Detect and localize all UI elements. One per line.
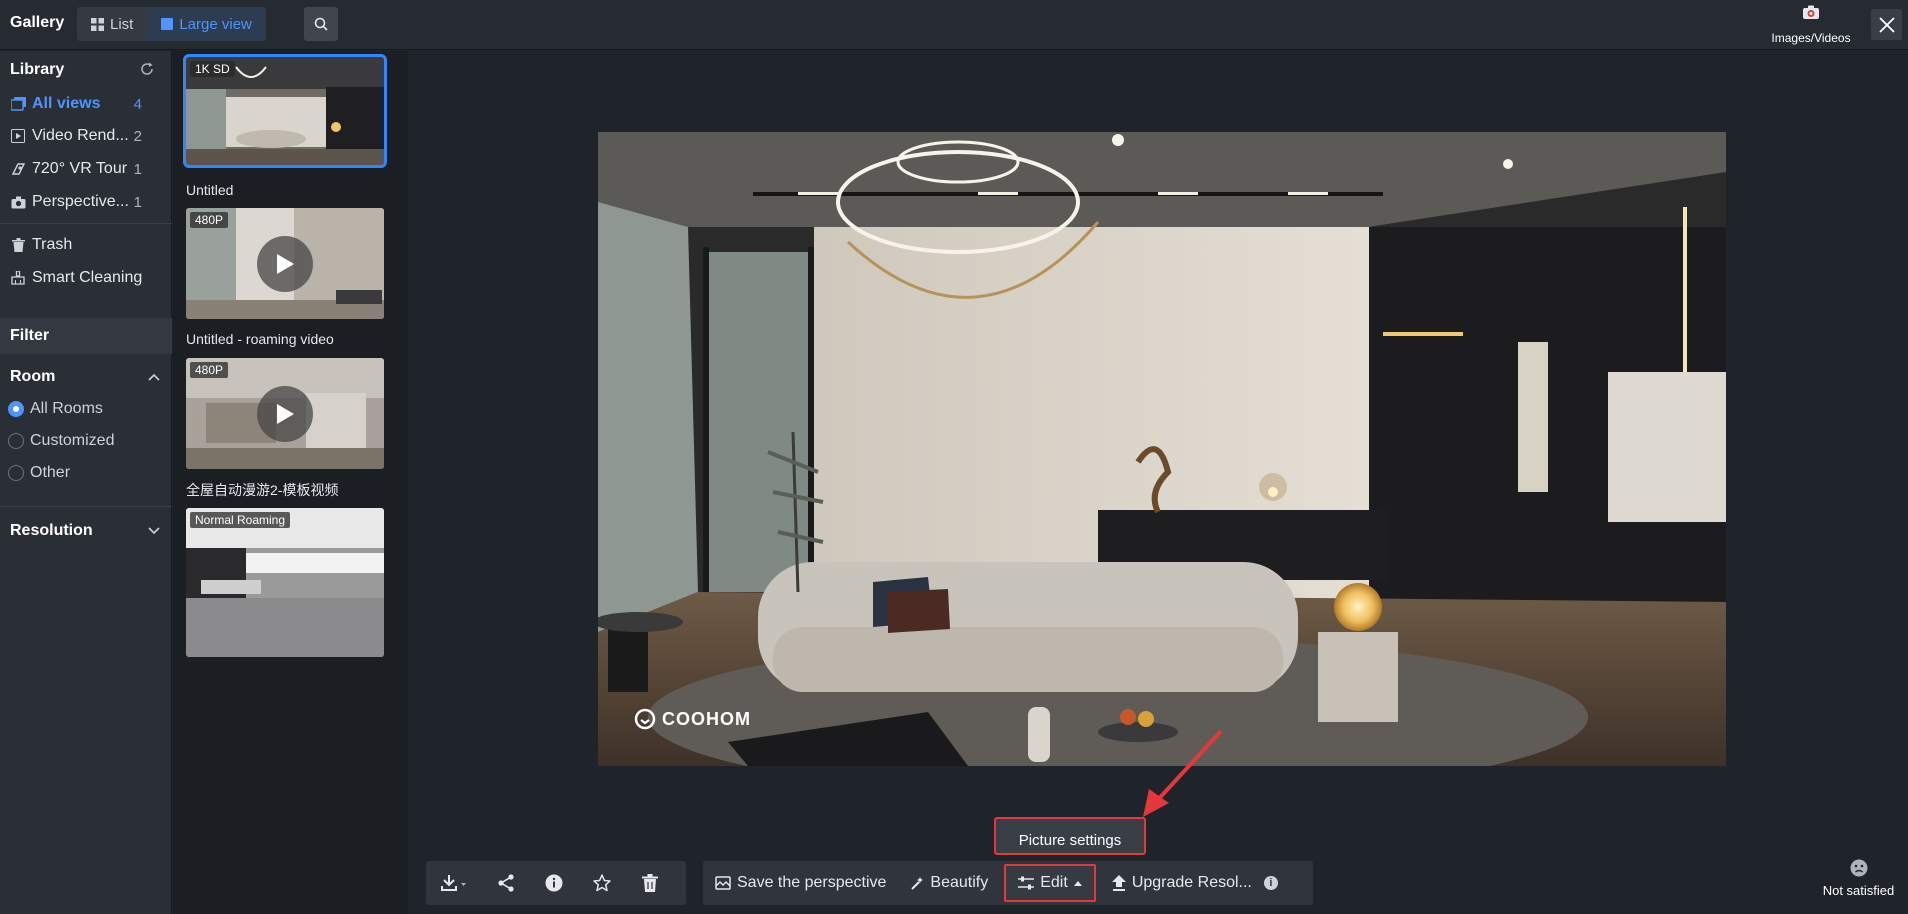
broom-icon: [10, 270, 26, 286]
play-icon[interactable]: [257, 235, 313, 292]
room-option-all-rooms[interactable]: All Rooms: [8, 395, 103, 423]
sidebar-item-smart-cleaning[interactable]: Smart Cleaning: [0, 263, 172, 293]
resolution-title: Resolution: [10, 522, 93, 539]
info-icon[interactable]: i: [1263, 876, 1278, 890]
action-toolbar: [426, 861, 686, 905]
preview-image[interactable]: COOHOM: [598, 132, 1726, 766]
thumbnail-item[interactable]: 480P: [186, 208, 384, 319]
list-view-button[interactable]: List: [77, 7, 147, 41]
resolution-header[interactable]: Resolution: [0, 513, 172, 549]
main-viewer: COOHOM Picture settings Save the perspec…: [409, 51, 1908, 914]
trash-icon: [642, 874, 658, 892]
radio-unselected[interactable]: [8, 433, 24, 449]
sidebar-divider: [0, 506, 172, 507]
upgrade-resolution-button[interactable]: Upgrade Resol... i: [1100, 861, 1290, 905]
edit-toolbar: Save the perspective Beautify Edit Upgra…: [703, 861, 1313, 905]
library-title: Library: [10, 61, 65, 78]
resolution-badge: 480P: [190, 212, 229, 228]
sidebar-item-all-views[interactable]: All views 4: [0, 89, 172, 119]
thumbnail-title: 全屋自动漫游2-模板视频: [186, 482, 339, 498]
info-button[interactable]: [530, 861, 578, 905]
grid-icon: [91, 17, 104, 31]
watermark-logo: COOHOM: [634, 708, 751, 730]
room-title: Room: [10, 368, 56, 385]
room-header[interactable]: Room: [0, 359, 172, 395]
refresh-icon[interactable]: [140, 62, 154, 81]
sidebar-item-vr-tour[interactable]: 720° VR Tour 1: [0, 154, 172, 184]
vr-icon: [10, 161, 26, 177]
room-option-other[interactable]: Other: [8, 459, 70, 487]
coohom-logo-icon: [634, 708, 656, 730]
resolution-badge: 1K SD: [190, 61, 235, 77]
square-icon: [161, 18, 174, 30]
type-badge: Normal Roaming: [190, 512, 291, 528]
search-icon: [314, 17, 328, 31]
sliders-icon: [1018, 876, 1035, 890]
sad-face-icon: [1850, 859, 1867, 877]
not-satisfied-button[interactable]: Not satisfied: [1809, 859, 1908, 898]
stack-icon: [10, 96, 26, 112]
chevron-down-icon: [148, 527, 160, 535]
picture-settings-tooltip[interactable]: Picture settings: [994, 817, 1146, 855]
sidebar-item-perspective[interactable]: Perspective... 1: [0, 187, 172, 217]
tooltip-label: Picture settings: [1018, 832, 1122, 849]
thumbnail-item[interactable]: 1K SD: [183, 54, 387, 168]
sidebar-item-video-render[interactable]: Video Rend... 2: [0, 121, 172, 151]
edit-button[interactable]: Edit: [1004, 864, 1096, 902]
thumbnail-item[interactable]: Normal Roaming: [186, 508, 384, 657]
radio-unselected[interactable]: [8, 465, 24, 481]
thumbnail-title: Untitled - roaming video: [186, 331, 334, 347]
app-title: Gallery: [10, 14, 65, 31]
rendered-living-room: [598, 132, 1726, 766]
save-perspective-button[interactable]: Save the perspective: [703, 861, 898, 905]
trash-icon: [10, 237, 26, 253]
close-button[interactable]: [1871, 9, 1902, 40]
info-icon: [545, 874, 563, 892]
download-button[interactable]: [426, 861, 482, 905]
star-icon: [593, 874, 611, 892]
not-satisfied-label: Not satisfied: [1822, 883, 1895, 898]
library-header: Library: [0, 52, 172, 88]
favorite-button[interactable]: [578, 861, 626, 905]
top-bar: Gallery List Large view Images/Videos: [0, 0, 1908, 50]
sidebar-item-trash[interactable]: Trash: [0, 230, 172, 260]
chevron-up-icon: [148, 373, 160, 381]
search-button[interactable]: [304, 7, 338, 41]
camera-icon: [10, 194, 26, 210]
video-icon: [10, 128, 26, 144]
close-icon: [1878, 16, 1895, 33]
share-icon: [498, 874, 514, 892]
magic-wand-icon: [911, 877, 924, 890]
thumbnail-image: [186, 508, 384, 657]
download-icon: [441, 875, 466, 891]
room-option-customized[interactable]: Customized: [8, 427, 114, 455]
images-videos-button[interactable]: Images/Videos: [1760, 5, 1862, 45]
filter-header: Filter: [0, 318, 172, 354]
sidebar-divider: [0, 223, 172, 224]
beautify-button[interactable]: Beautify: [898, 861, 1000, 905]
large-view-label: Large view: [179, 15, 252, 33]
list-view-label: List: [110, 15, 134, 33]
camera-icon: [1803, 5, 1819, 19]
delete-button[interactable]: [626, 861, 674, 905]
images-videos-label: Images/Videos: [1771, 31, 1851, 45]
resolution-badge: 480P: [190, 362, 229, 378]
share-button[interactable]: [482, 861, 530, 905]
thumbnail-item[interactable]: 480P: [186, 358, 384, 469]
caret-up-icon: [1073, 881, 1082, 886]
play-icon[interactable]: [257, 385, 313, 442]
sidebar: Library All views 4 Video Rend... 2 720°…: [0, 51, 172, 914]
radio-selected[interactable]: [8, 401, 24, 417]
upload-icon: [1111, 875, 1126, 891]
watermark-text: COOHOM: [662, 708, 751, 729]
thumbnail-title: Untitled: [186, 182, 234, 198]
save-perspective-icon: [715, 876, 731, 890]
large-view-button[interactable]: Large view: [147, 7, 266, 41]
view-toggle: List Large view: [77, 7, 266, 41]
thumbnail-list: 1K SD Untitled 480P Untitled - roaming v…: [173, 51, 408, 914]
